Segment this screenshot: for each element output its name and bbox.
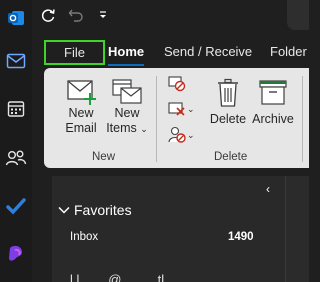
favorites-header[interactable]: Favorites bbox=[58, 202, 132, 218]
new-email-label-1: New bbox=[68, 106, 94, 120]
favorites-label: Favorites bbox=[74, 202, 132, 218]
app-rail bbox=[0, 0, 32, 282]
archive-button[interactable]: Archive bbox=[250, 78, 296, 127]
archive-icon bbox=[259, 80, 287, 105]
group-label-delete: Delete bbox=[214, 151, 248, 163]
tab-file-label: File bbox=[64, 45, 85, 60]
new-items-button[interactable]: New Items ⌄ bbox=[104, 78, 150, 137]
todo-icon[interactable] bbox=[0, 190, 32, 222]
new-items-label-2: Items ⌄ bbox=[106, 121, 148, 137]
tab-file[interactable]: File bbox=[44, 40, 105, 65]
calendar-icon[interactable] bbox=[0, 93, 32, 125]
new-email-button[interactable]: New Email bbox=[60, 78, 102, 136]
archive-label: Archive bbox=[252, 112, 294, 126]
undo-icon[interactable] bbox=[66, 5, 86, 25]
new-items-icon bbox=[112, 79, 142, 104]
group-label-new: New bbox=[92, 151, 116, 163]
clean-up-chevron-icon: ⌄ bbox=[187, 103, 195, 114]
clean-up-icon[interactable]: ⌄ bbox=[168, 101, 195, 117]
junk-chevron-icon: ⌄ bbox=[187, 129, 195, 140]
ribbon-tabs: File Home Send / Receive Folder bbox=[32, 36, 309, 68]
chevron-down-icon: ⌄ bbox=[140, 124, 148, 134]
message-list-edge bbox=[285, 176, 309, 282]
folder-inbox[interactable]: Inbox bbox=[70, 231, 98, 243]
new-items-label-1: New bbox=[114, 106, 140, 120]
customize-qat-icon[interactable] bbox=[96, 5, 110, 25]
new-items-label-text: Items bbox=[106, 121, 137, 135]
collapse-pane-icon[interactable]: ‹ bbox=[266, 182, 270, 196]
delete-label: Delete bbox=[209, 112, 247, 126]
tab-folder[interactable]: Folder bbox=[270, 44, 307, 59]
sync-icon[interactable] bbox=[38, 5, 58, 25]
trash-icon bbox=[218, 78, 238, 107]
account-header[interactable]: l.l........@..........tl.... bbox=[70, 272, 179, 282]
inbox-unread-count: 1490 bbox=[228, 231, 254, 243]
ignore-icon[interactable] bbox=[168, 76, 186, 92]
group-separator bbox=[156, 76, 157, 162]
tab-send-receive[interactable]: Send / Receive bbox=[164, 44, 252, 59]
delete-button[interactable]: Delete bbox=[208, 78, 248, 127]
people-icon[interactable] bbox=[0, 142, 32, 174]
outlook-logo-icon bbox=[0, 2, 32, 34]
copilot-icon[interactable] bbox=[0, 238, 32, 270]
tab-home[interactable]: Home bbox=[108, 44, 145, 66]
ribbon-home: New Email New Items ⌄ New ⌄ ⌄ Delete Arc… bbox=[44, 68, 309, 168]
search-box-edge[interactable] bbox=[287, 0, 309, 30]
folder-pane: ‹ Favorites Inbox 1490 l.l........@.....… bbox=[52, 176, 285, 282]
junk-icon[interactable]: ⌄ bbox=[168, 126, 195, 144]
title-bar bbox=[32, 0, 309, 36]
group-separator bbox=[302, 76, 303, 162]
chevron-down-icon bbox=[58, 206, 70, 214]
mail-icon[interactable] bbox=[0, 45, 32, 77]
new-email-icon bbox=[67, 80, 96, 105]
new-email-label-2: Email bbox=[65, 121, 97, 135]
